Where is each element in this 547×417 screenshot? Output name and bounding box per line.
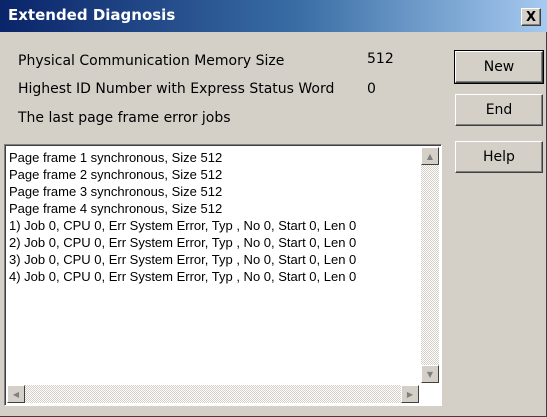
new-button[interactable]: New bbox=[454, 50, 544, 84]
list-item[interactable]: 2) Job 0, CPU 0, Err System Error, Typ ,… bbox=[9, 234, 419, 251]
arrow-down-icon: ▼ bbox=[426, 369, 434, 379]
list-item[interactable]: Page frame 4 synchronous, Size 512 bbox=[9, 200, 419, 217]
list-item[interactable]: Page frame 2 synchronous, Size 512 bbox=[9, 166, 419, 183]
list-item[interactable]: 4) Job 0, CPU 0, Err System Error, Typ ,… bbox=[9, 268, 419, 285]
vertical-scrollbar[interactable]: ▲ ▼ bbox=[421, 147, 439, 383]
scroll-left-button[interactable]: ◀ bbox=[7, 385, 25, 403]
horizontal-scrollbar[interactable]: ◀ ▶ bbox=[7, 385, 419, 403]
list-item[interactable]: 1) Job 0, CPU 0, Err System Error, Typ ,… bbox=[9, 217, 419, 234]
memory-size-label: Physical Communication Memory Size bbox=[18, 53, 285, 69]
arrow-right-icon: ▶ bbox=[406, 389, 414, 399]
error-jobs-list[interactable]: Page frame 1 synchronous, Size 512 Page f… bbox=[4, 144, 442, 406]
list-item[interactable]: 3) Job 0, CPU 0, Err System Error, Typ ,… bbox=[9, 251, 419, 268]
error-jobs-label: The last page frame error jobs bbox=[18, 110, 231, 126]
end-button[interactable]: End bbox=[455, 94, 543, 126]
scroll-down-button[interactable]: ▼ bbox=[421, 365, 439, 383]
close-button[interactable]: X bbox=[521, 8, 541, 26]
list-item[interactable]: Page frame 1 synchronous, Size 512 bbox=[9, 149, 419, 166]
close-icon: X bbox=[525, 9, 537, 25]
arrow-left-icon: ◀ bbox=[12, 389, 20, 399]
memory-size-value: 512 bbox=[367, 51, 394, 67]
highest-id-value: 0 bbox=[367, 81, 376, 97]
list-content: Page frame 1 synchronous, Size 512 Page f… bbox=[9, 149, 419, 285]
scroll-up-button[interactable]: ▲ bbox=[421, 147, 439, 165]
highest-id-label: Highest ID Number with Express Status Wo… bbox=[18, 81, 335, 97]
scroll-corner bbox=[421, 385, 439, 403]
help-button[interactable]: Help bbox=[455, 141, 543, 173]
scroll-right-button[interactable]: ▶ bbox=[401, 385, 419, 403]
list-item[interactable]: Page frame 3 synchronous, Size 512 bbox=[9, 183, 419, 200]
title-bar[interactable]: Extended Diagnosis X bbox=[0, 0, 547, 32]
arrow-up-icon: ▲ bbox=[426, 151, 434, 161]
extended-diagnosis-dialog: Extended Diagnosis X Physical Communicat… bbox=[0, 0, 547, 417]
window-title: Extended Diagnosis bbox=[8, 6, 176, 24]
